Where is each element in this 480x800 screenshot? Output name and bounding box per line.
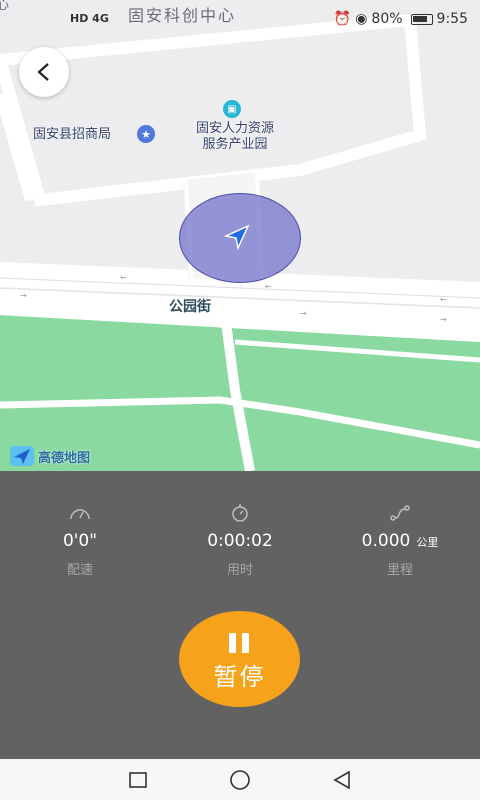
circle-icon [230,770,250,790]
svg-text:←: ← [120,273,127,282]
svg-text:←: ← [440,295,447,304]
battery-icon [410,13,433,25]
pause-button-label: 暂停 [213,663,266,691]
recents-button[interactable] [123,767,153,793]
street-label: 公园街 [169,299,211,315]
time-value: 0:00:02 [207,531,273,551]
clock: 9:55 [436,11,468,27]
star-poi-icon: ★ [137,125,155,143]
stat-pace: 0'0" 配速 [0,503,160,578]
run-tracking-screen: ← ← → → → ← 心 固安科创中心 HD 4G ⏰ ◉ 80% 9:55 [0,0,480,800]
distance-unit: 公里 [416,536,439,549]
back-button[interactable] [19,47,69,97]
stat-distance: 0.000 公里 里程 [320,503,480,578]
status-right: ⏰ ◉ 80% 9:55 [334,11,468,27]
speedometer-icon [0,503,160,523]
stat-time: 0:00:02 用时 [160,503,320,578]
svg-text:←: ← [265,282,272,291]
alarm-icon: ⏰ [333,11,352,27]
pace-value: 0'0" [62,531,98,551]
chevron-left-icon [37,63,49,81]
run-stats-panel: 0'0" 配速 0:00:02 用时 0.000 公里 里程 暂停 [0,471,480,759]
route-icon [320,503,480,523]
poi-label-hr-park[interactable]: 固安人力资源 服务产业园 [180,121,290,153]
location-arrow-icon [223,224,250,250]
status-bar: HD 4G ⏰ ◉ 80% 9:55 [0,0,480,40]
poi-hr-line2: 服务产业园 [202,137,268,152]
pace-label: 配速 [66,563,93,578]
network-indicator: HD 4G [70,12,109,25]
distance-label: 里程 [386,563,413,578]
poi-label-investment-bureau[interactable]: 固安县招商局 [33,127,111,143]
triangle-back-icon [333,770,350,790]
pause-button[interactable]: 暂停 [179,611,300,707]
home-button[interactable] [225,767,255,793]
svg-text:→: → [440,315,447,324]
square-icon [129,772,147,788]
distance-value: 0.000 [361,531,411,551]
battery-percent: 80% [371,11,403,27]
location-icon: ◉ [355,11,368,27]
stopwatch-icon [160,503,320,523]
amap-logo-text: 高德地图 [38,450,91,466]
svg-text:→: → [300,309,307,318]
back-nav-button[interactable] [327,767,357,793]
pause-icon [229,633,251,655]
system-nav-bar [0,759,480,800]
building-poi-icon: ▣ [223,100,241,118]
time-label: 用时 [226,563,253,578]
distance-value-row: 0.000 公里 [320,531,480,551]
map-view[interactable]: ← ← → → → ← 心 固安科创中心 HD 4G ⏰ ◉ 80% 9:55 [0,0,480,471]
poi-hr-line1: 固安人力资源 [195,121,274,136]
svg-text:→: → [20,291,27,300]
amap-logo: 高德地图 [10,446,90,466]
amap-logo-icon [10,446,34,466]
